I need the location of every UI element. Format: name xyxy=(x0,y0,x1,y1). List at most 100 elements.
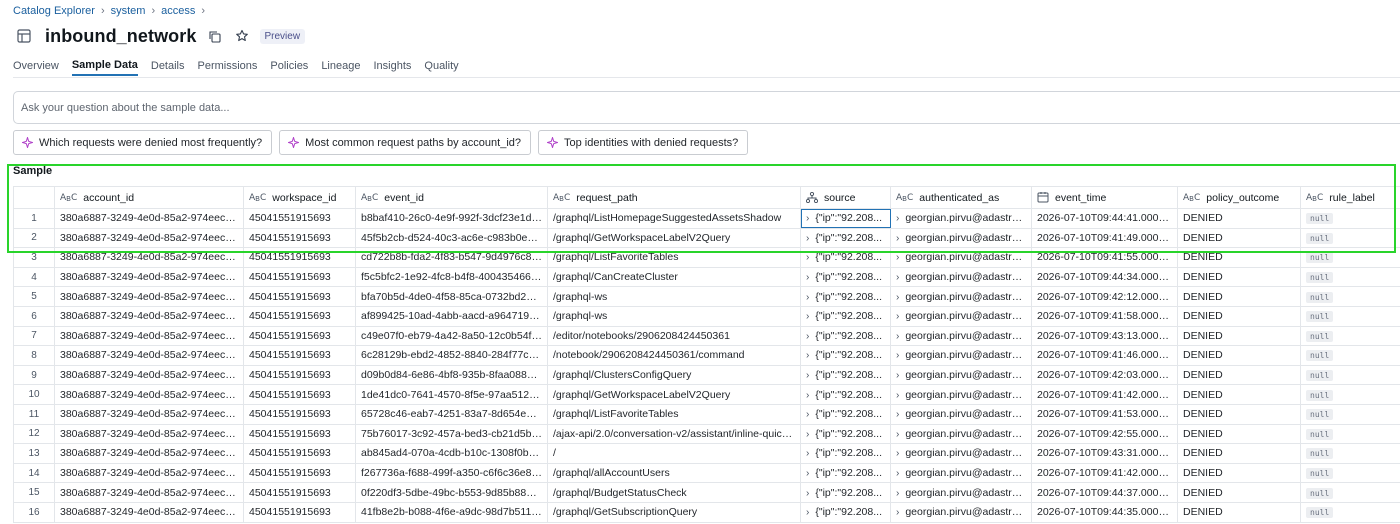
column-header-request-path[interactable]: A B C request_path xyxy=(547,186,801,209)
chevron-right-icon[interactable]: › xyxy=(896,213,899,224)
table-cell[interactable]: 45041551915693 xyxy=(243,266,356,288)
table-cell[interactable]: DENIED xyxy=(1177,384,1301,405)
rule-label-cell[interactable]: null xyxy=(1300,247,1400,268)
chevron-right-icon[interactable]: › xyxy=(896,507,899,518)
chevron-right-icon[interactable]: › xyxy=(806,292,809,303)
chevron-right-icon[interactable]: › xyxy=(896,429,899,440)
chevron-right-icon[interactable]: › xyxy=(896,488,899,499)
table-cell[interactable]: /graphql/BudgetStatusCheck xyxy=(547,482,801,503)
source-cell[interactable]: › {"ip":"92.208... xyxy=(800,443,891,464)
source-cell[interactable]: › {"ip":"92.208... xyxy=(800,364,891,386)
table-cell[interactable]: 380a6887-3249-4e0d-85a2-974eec07b859 xyxy=(54,208,244,229)
chevron-right-icon[interactable]: › xyxy=(896,350,899,361)
table-cell[interactable]: /editor/notebooks/2906208424450361 xyxy=(547,325,801,347)
chevron-right-icon[interactable]: › xyxy=(806,370,809,381)
source-cell[interactable]: › {"ip":"92.208... xyxy=(800,501,891,523)
table-cell[interactable]: f267736a-f688-499f-a350-c6f6c36e8d3d xyxy=(355,462,548,484)
authenticated-as-cell[interactable]: › georgian.pirvu@adastragr... xyxy=(890,423,1032,445)
table-cell[interactable]: d09b0d84-6e86-4bf8-935b-8faa0887cfb8 xyxy=(355,364,548,386)
authenticated-as-cell[interactable]: › georgian.pirvu@adastragr... xyxy=(890,266,1032,288)
table-cell[interactable]: DENIED xyxy=(1177,501,1301,523)
source-cell[interactable]: › {"ip":"92.208... xyxy=(800,462,891,484)
chevron-right-icon[interactable]: › xyxy=(806,390,809,401)
table-cell[interactable]: DENIED xyxy=(1177,227,1301,249)
table-row[interactable]: 2 380a6887-3249-4e0d-85a2-974eec07b859 450… xyxy=(13,227,1400,249)
tab-lineage[interactable]: Lineage xyxy=(321,56,360,76)
table-cell[interactable]: DENIED xyxy=(1177,345,1301,366)
source-cell[interactable]: › {"ip":"92.208... xyxy=(800,384,891,405)
table-cell[interactable]: DENIED xyxy=(1177,462,1301,484)
rule-label-cell[interactable]: null xyxy=(1300,286,1400,307)
table-cell[interactable]: /graphql/GetWorkspaceLabelV2Query xyxy=(547,384,801,405)
column-header-authenticated-as[interactable]: A B C authenticated_as xyxy=(890,186,1032,209)
copy-icon[interactable] xyxy=(206,27,224,45)
table-cell[interactable]: DENIED xyxy=(1177,482,1301,503)
table-cell[interactable]: 45041551915693 xyxy=(243,364,356,386)
table-cell[interactable]: /graphql/ListHomepageSuggestedAssetsShad… xyxy=(547,208,801,229)
rule-label-cell[interactable]: null xyxy=(1300,325,1400,347)
table-cell[interactable]: 2026-07-10T09:41:49.000+00:... xyxy=(1031,227,1178,249)
source-cell[interactable]: › {"ip":"92.208... xyxy=(800,208,891,229)
chevron-right-icon[interactable]: › xyxy=(806,507,809,518)
table-cell[interactable]: 45041551915693 xyxy=(243,482,356,503)
authenticated-as-cell[interactable]: › georgian.pirvu@adastragr... xyxy=(890,462,1032,484)
table-row[interactable]: 12 380a6887-3249-4e0d-85a2-974eec07b859 45… xyxy=(13,423,1400,445)
authenticated-as-cell[interactable]: › georgian.pirvu@adastragr... xyxy=(890,384,1032,405)
authenticated-as-cell[interactable]: › georgian.pirvu@adastragr... xyxy=(890,403,1032,425)
chevron-right-icon[interactable]: › xyxy=(806,468,809,479)
source-cell[interactable]: › {"ip":"92.208... xyxy=(800,345,891,366)
ask-question-box[interactable] xyxy=(13,91,1400,124)
table-cell[interactable]: 380a6887-3249-4e0d-85a2-974eec07b859 xyxy=(54,227,244,249)
authenticated-as-cell[interactable]: › georgian.pirvu@adastragr... xyxy=(890,345,1032,366)
table-cell[interactable]: 2026-07-10T09:44:35.000+00:... xyxy=(1031,501,1178,523)
table-cell[interactable]: 2026-07-10T09:41:46.000+00:... xyxy=(1031,345,1178,366)
table-cell[interactable]: 45f5b2cb-d524-40c3-ac6e-c983b0e95fe9 xyxy=(355,227,548,249)
table-cell[interactable]: 380a6887-3249-4e0d-85a2-974eec07b859 xyxy=(54,364,244,386)
table-cell[interactable]: 45041551915693 xyxy=(243,423,356,445)
table-cell[interactable]: 2026-07-10T09:43:13.000+00:... xyxy=(1031,325,1178,347)
rule-label-cell[interactable]: null xyxy=(1300,305,1400,327)
tab-insights[interactable]: Insights xyxy=(373,56,411,76)
rule-label-cell[interactable]: null xyxy=(1300,462,1400,484)
table-cell[interactable]: DENIED xyxy=(1177,286,1301,307)
suggestion-chip[interactable]: Top identities with denied requests? xyxy=(538,130,749,155)
table-cell[interactable]: DENIED xyxy=(1177,247,1301,268)
column-header-event-time[interactable]: event_time xyxy=(1031,186,1178,209)
table-row[interactable]: 9 380a6887-3249-4e0d-85a2-974eec07b859 450… xyxy=(13,364,1400,386)
table-row[interactable]: 13 380a6887-3249-4e0d-85a2-974eec07b859 45… xyxy=(13,443,1400,464)
table-cell[interactable]: DENIED xyxy=(1177,423,1301,445)
table-cell[interactable]: 2026-07-10T09:41:53.000+00:... xyxy=(1031,403,1178,425)
table-cell[interactable]: /graphql/CanCreateCluster xyxy=(547,266,801,288)
table-cell[interactable]: 2026-07-10T09:43:31.000+00:... xyxy=(1031,443,1178,464)
table-cell[interactable]: 75b76017-3c92-457a-bed3-cb21d5b6ebf8 xyxy=(355,423,548,445)
authenticated-as-cell[interactable]: › georgian.pirvu@adastragr... xyxy=(890,482,1032,503)
rule-label-cell[interactable]: null xyxy=(1300,227,1400,249)
table-cell[interactable]: 1de41dc0-7641-4570-8f5e-97aa5127a03c xyxy=(355,384,548,405)
breadcrumb-catalog-explorer[interactable]: Catalog Explorer xyxy=(13,5,95,17)
table-cell[interactable]: 0f220df3-5dbe-49bc-b553-9d85b88264bb xyxy=(355,482,548,503)
chevron-right-icon[interactable]: › xyxy=(896,331,899,342)
column-header-workspace-id[interactable]: A B C workspace_id xyxy=(243,186,356,209)
source-cell[interactable]: › {"ip":"92.208... xyxy=(800,423,891,445)
table-cell[interactable]: 380a6887-3249-4e0d-85a2-974eec07b859 xyxy=(54,384,244,405)
table-cell[interactable]: DENIED xyxy=(1177,266,1301,288)
table-cell[interactable]: 380a6887-3249-4e0d-85a2-974eec07b859 xyxy=(54,443,244,464)
tab-details[interactable]: Details xyxy=(151,56,185,76)
table-cell[interactable]: 380a6887-3249-4e0d-85a2-974eec07b859 xyxy=(54,403,244,425)
rule-label-cell[interactable]: null xyxy=(1300,423,1400,445)
chevron-right-icon[interactable]: › xyxy=(896,252,899,263)
table-cell[interactable]: 2026-07-10T09:44:41.000+00:... xyxy=(1031,208,1178,229)
ask-question-input[interactable] xyxy=(21,101,1400,114)
source-cell[interactable]: › {"ip":"92.208... xyxy=(800,227,891,249)
table-cell[interactable]: 2026-07-10T09:41:58.000+00:... xyxy=(1031,305,1178,327)
table-row[interactable]: 5 380a6887-3249-4e0d-85a2-974eec07b859 450… xyxy=(13,286,1400,307)
table-cell[interactable]: cd722b8b-fda2-4f83-b547-9d4976c82c92 xyxy=(355,247,548,268)
chevron-right-icon[interactable]: › xyxy=(806,331,809,342)
table-cell[interactable]: / xyxy=(547,443,801,464)
chevron-right-icon[interactable]: › xyxy=(806,488,809,499)
authenticated-as-cell[interactable]: › georgian.pirvu@adastragr... xyxy=(890,325,1032,347)
chevron-right-icon[interactable]: › xyxy=(806,233,809,244)
table-cell[interactable]: 2026-07-10T09:42:12.000+00:... xyxy=(1031,286,1178,307)
rule-label-cell[interactable]: null xyxy=(1300,345,1400,366)
table-cell[interactable]: f5c5bfc2-1e92-4fc8-b4f8-400435466477 xyxy=(355,266,548,288)
